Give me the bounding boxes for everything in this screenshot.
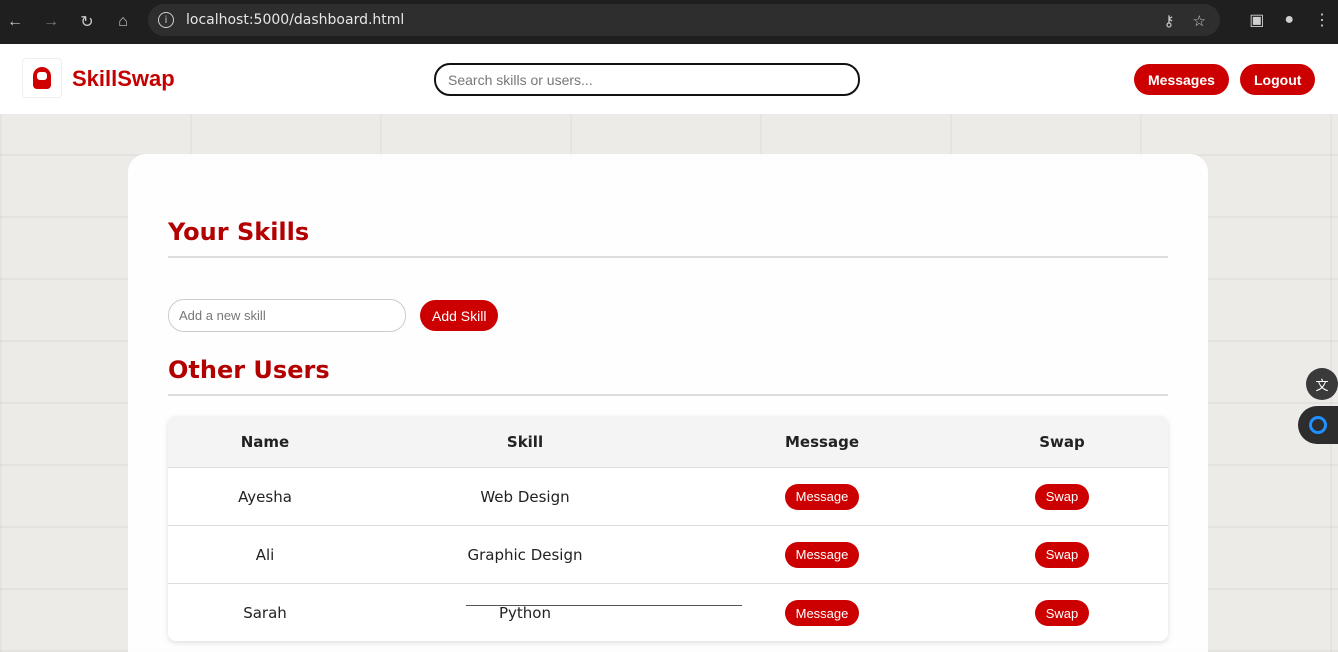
dashboard-card: Your Skills Add Skill Other Users Name S… [128, 154, 1208, 652]
message-button[interactable]: Message [784, 541, 860, 568]
site-info-icon[interactable]: i [158, 12, 174, 28]
forward-icon[interactable]: → [40, 11, 62, 33]
search-input[interactable] [434, 63, 860, 96]
message-button[interactable]: Message [784, 483, 860, 510]
column-header-name: Name [240, 432, 290, 451]
browser-toolbar: ← → ↻ ⌂ i localhost:5000/dashboard.html … [0, 0, 1338, 44]
divider [168, 256, 1168, 258]
user-name: Sarah [243, 604, 287, 622]
user-skill: Python [499, 604, 551, 622]
other-users-title: Other Users [168, 356, 330, 384]
translate-icon[interactable]: 文 [1306, 368, 1338, 400]
user-name: Ayesha [238, 487, 292, 506]
nav-buttons: ← → ↻ ⌂ [4, 11, 134, 33]
address-bar[interactable]: i localhost:5000/dashboard.html ⚷ ☆ [148, 4, 1220, 36]
logo-icon [33, 67, 51, 89]
menu-icon[interactable]: ⋮ [1314, 10, 1330, 30]
swap-button[interactable]: Swap [1034, 483, 1090, 510]
message-button[interactable]: Message [784, 600, 860, 626]
column-header-message: Message [785, 432, 859, 451]
brand-name[interactable]: SkillSwap [72, 66, 175, 92]
table-header: Name Skill Message Swap [168, 416, 1168, 468]
table-row: Ali Graphic Design Message Swap [168, 526, 1168, 584]
page: SkillSwap Messages Logout Your Skills Ad… [0, 44, 1338, 652]
profile-icon[interactable]: ● [1284, 11, 1294, 29]
reload-icon[interactable]: ↻ [76, 11, 98, 33]
url-text: localhost:5000/dashboard.html [186, 12, 405, 28]
new-skill-input[interactable] [168, 299, 406, 332]
top-navbar: SkillSwap Messages Logout [0, 44, 1338, 114]
users-table: Name Skill Message Swap Ayesha Web Desig… [168, 416, 1168, 641]
your-skills-title: Your Skills [168, 218, 310, 246]
home-icon[interactable]: ⌂ [112, 11, 134, 33]
divider [466, 605, 742, 606]
swap-button[interactable]: Swap [1034, 541, 1090, 568]
column-header-skill: Skill [506, 432, 544, 451]
user-skill: Web Design [480, 487, 570, 506]
logo[interactable] [22, 58, 62, 98]
add-skill-button[interactable]: Add Skill [420, 300, 499, 331]
user-skill: Graphic Design [467, 545, 583, 564]
logout-button[interactable]: Logout [1240, 64, 1316, 95]
back-icon[interactable]: ← [4, 11, 26, 33]
messages-button[interactable]: Messages [1134, 64, 1229, 95]
assistant-icon[interactable] [1298, 406, 1338, 444]
table-row: Sarah Python Message Swap [168, 584, 1168, 641]
bookmark-star-icon[interactable]: ☆ [1193, 12, 1206, 30]
password-key-icon[interactable]: ⚷ [1164, 12, 1175, 30]
column-header-swap: Swap [1039, 432, 1085, 451]
user-name: Ali [255, 545, 275, 564]
swap-button[interactable]: Swap [1034, 600, 1090, 626]
extensions-icon[interactable]: ▣ [1249, 10, 1264, 30]
table-row: Ayesha Web Design Message Swap [168, 468, 1168, 526]
divider [168, 394, 1168, 396]
